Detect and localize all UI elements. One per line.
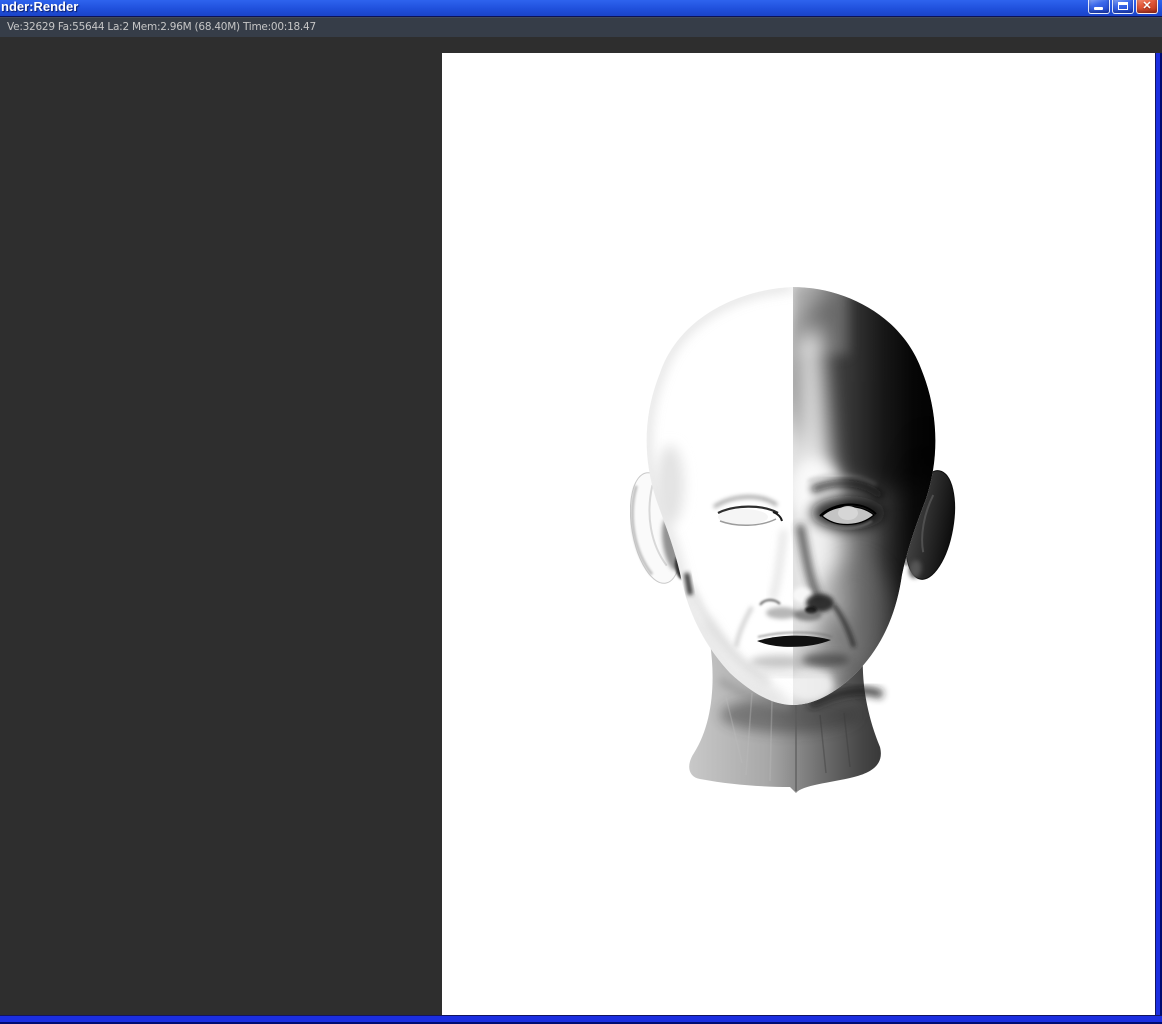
maximize-icon — [1118, 2, 1128, 10]
right-eye — [807, 474, 885, 530]
minimize-icon — [1094, 7, 1103, 10]
maximize-button[interactable] — [1112, 0, 1134, 14]
window-resize-border-right[interactable] — [1155, 53, 1162, 1015]
render-stats-bar: Ve:32629 Fa:55644 La:2 Mem:2.96M (68.40M… — [0, 16, 1162, 37]
window-title: nder:Render — [1, 0, 79, 14]
blender-render-window: nder:Render ✕ Ve:32629 Fa:55644 La:2 Mem… — [0, 0, 1162, 1024]
window-resize-border-bottom[interactable] — [0, 1015, 1162, 1024]
render-image-area[interactable] — [442, 53, 1155, 1015]
render-stats-text: Ve:32629 Fa:55644 La:2 Mem:2.96M (68.40M… — [7, 21, 316, 33]
minimize-button[interactable] — [1088, 0, 1110, 14]
close-icon: ✕ — [1142, 0, 1152, 12]
rendered-head-image — [630, 287, 956, 793]
render-viewport-background — [0, 37, 1162, 1015]
close-button[interactable]: ✕ — [1136, 0, 1158, 14]
window-titlebar[interactable]: nder:Render ✕ — [0, 0, 1162, 16]
